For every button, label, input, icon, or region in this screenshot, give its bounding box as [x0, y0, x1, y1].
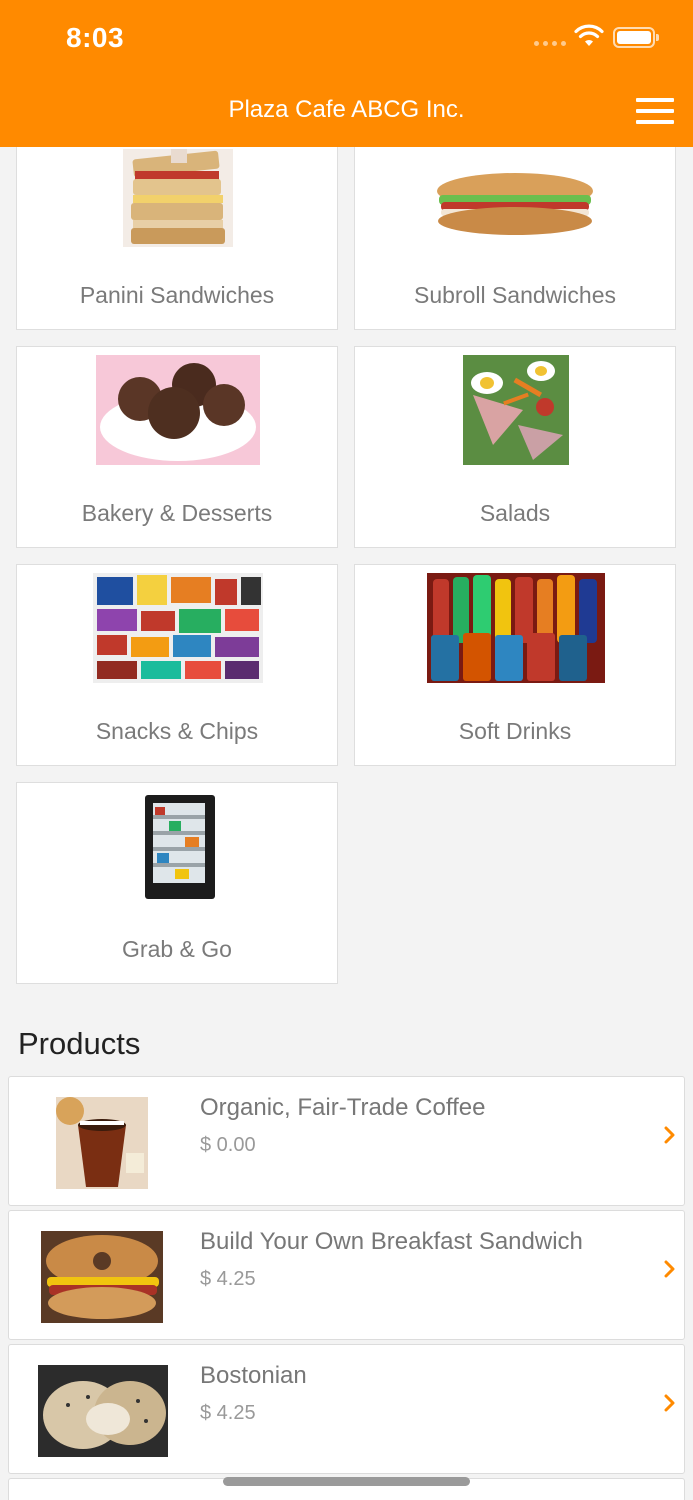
category-snacks-chips[interactable]: Snacks & Chips [16, 564, 338, 766]
category-label: Salads [479, 500, 551, 526]
bostonian-image [38, 1365, 168, 1457]
breakfast-sandwich-image [41, 1231, 163, 1323]
category-label: Soft Drinks [458, 718, 572, 744]
category-panini-sandwiches[interactable]: Panini Sandwiches [16, 128, 338, 330]
category-label: Bakery & Desserts [81, 500, 273, 526]
soft-drinks-image [427, 573, 605, 683]
grab-go-fridge-image [131, 791, 227, 901]
category-soft-drinks[interactable]: Soft Drinks [354, 564, 676, 766]
status-time: 8:03 [66, 22, 125, 53]
products-heading: Products [18, 1026, 141, 1061]
category-label: Snacks & Chips [95, 718, 259, 744]
salad-image [463, 355, 569, 465]
coffee-image [56, 1097, 148, 1189]
chevron-right-icon [664, 1260, 675, 1278]
product-row[interactable]: Build Your Own Breakfast Sandwich $ 4.25 [8, 1210, 685, 1340]
product-name: Build Your Own Breakfast Sandwich [200, 1228, 583, 1255]
category-label: Subroll Sandwiches [413, 282, 616, 308]
category-bakery-desserts[interactable]: Bakery & Desserts [16, 346, 338, 548]
muffins-image [96, 355, 260, 465]
page-title: Plaza Cafe ABCG Inc. [228, 96, 465, 123]
hamburger-menu-icon[interactable] [636, 98, 674, 124]
subroll-image [435, 169, 595, 241]
product-price: $ 4.25 [200, 1268, 256, 1290]
battery-icon [613, 27, 659, 48]
category-subroll-sandwiches[interactable]: Subroll Sandwiches [354, 128, 676, 330]
category-label: Grab & Go [122, 936, 232, 962]
panini-image [123, 149, 233, 247]
app-header: 8:03 Plaza Cafe ABCG Inc. [0, 0, 693, 147]
product-name: Bostonian [200, 1362, 307, 1389]
chevron-right-icon [664, 1394, 675, 1412]
category-salads[interactable]: Salads [354, 346, 676, 548]
wifi-icon [574, 24, 604, 46]
category-label: Panini Sandwiches [79, 282, 275, 308]
snacks-image [93, 573, 263, 683]
product-price: $ 0.00 [200, 1134, 256, 1156]
product-row[interactable]: Bostonian $ 4.25 [8, 1344, 685, 1474]
product-price: $ 4.25 [200, 1402, 256, 1424]
product-row[interactable]: Organic, Fair-Trade Coffee $ 0.00 [8, 1076, 685, 1206]
chevron-right-icon [664, 1126, 675, 1144]
home-indicator[interactable] [223, 1477, 470, 1486]
cellular-signal-icon [534, 41, 566, 46]
category-grab-go[interactable]: Grab & Go [16, 782, 338, 984]
product-name: Organic, Fair-Trade Coffee [200, 1094, 486, 1121]
